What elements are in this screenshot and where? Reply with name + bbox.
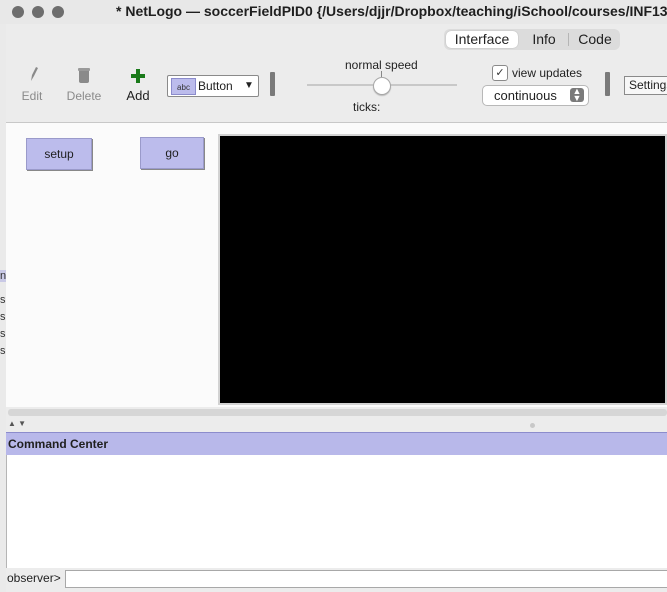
view-updates-label: view updates (512, 66, 583, 80)
edit-label: Edit (21, 89, 43, 103)
view-updates-checkbox[interactable]: ✓ (492, 65, 508, 81)
widget-type-dropdown[interactable]: abc Button ▼ (167, 75, 259, 97)
world-view[interactable] (218, 134, 667, 405)
close-window-button[interactable] (12, 6, 24, 18)
delete-label: Delete (66, 89, 102, 103)
tab-interface[interactable]: Interface (446, 31, 518, 48)
trash-icon (76, 67, 92, 90)
background-window-char: s (0, 311, 6, 323)
speed-label: normal speed (345, 58, 418, 72)
background-window-char: s (0, 328, 6, 340)
observer-prompt-label[interactable]: observer> (7, 571, 61, 585)
zoom-window-button[interactable] (52, 6, 64, 18)
split-pane-handle[interactable] (530, 423, 535, 428)
setup-button[interactable]: setup (26, 138, 92, 170)
update-mode-select[interactable]: continuous ▲ ▼ (482, 85, 589, 106)
toolbar-separator (270, 72, 275, 96)
horizontal-scrollbar[interactable] (8, 409, 667, 416)
tab-info[interactable]: Info (522, 31, 566, 48)
split-pane-arrows-icon[interactable]: ▲ ▼ (8, 419, 26, 428)
speed-slider-knob[interactable] (373, 77, 391, 95)
plus-icon (129, 67, 147, 90)
stepper-chevron-icon: ▲ ▼ (570, 87, 584, 103)
update-mode-value: continuous (494, 88, 557, 103)
go-button[interactable]: go (140, 137, 204, 169)
tab-code[interactable]: Code (570, 31, 620, 48)
minimize-window-button[interactable] (32, 6, 44, 18)
title-bar: * NetLogo — soccerFieldPID0 {/Users/djjr… (0, 0, 667, 24)
background-window-char: s (0, 345, 6, 357)
command-input[interactable] (65, 570, 667, 588)
widget-type-value: Button (198, 79, 233, 93)
background-window-char: s (0, 294, 6, 306)
chevron-down-icon: ▼ (244, 80, 254, 91)
add-label: Add (126, 88, 150, 103)
pencil-icon (18, 64, 48, 89)
command-center-output (6, 455, 667, 568)
settings-button[interactable]: Settings... (624, 76, 667, 95)
tab-divider (568, 33, 569, 46)
command-center-header: Command Center (6, 432, 667, 456)
button-widget-icon: abc (171, 78, 196, 95)
toolbar-separator (605, 72, 610, 96)
window-title: * NetLogo — soccerFieldPID0 {/Users/djjr… (116, 3, 667, 19)
ticks-label: ticks: (353, 100, 381, 114)
